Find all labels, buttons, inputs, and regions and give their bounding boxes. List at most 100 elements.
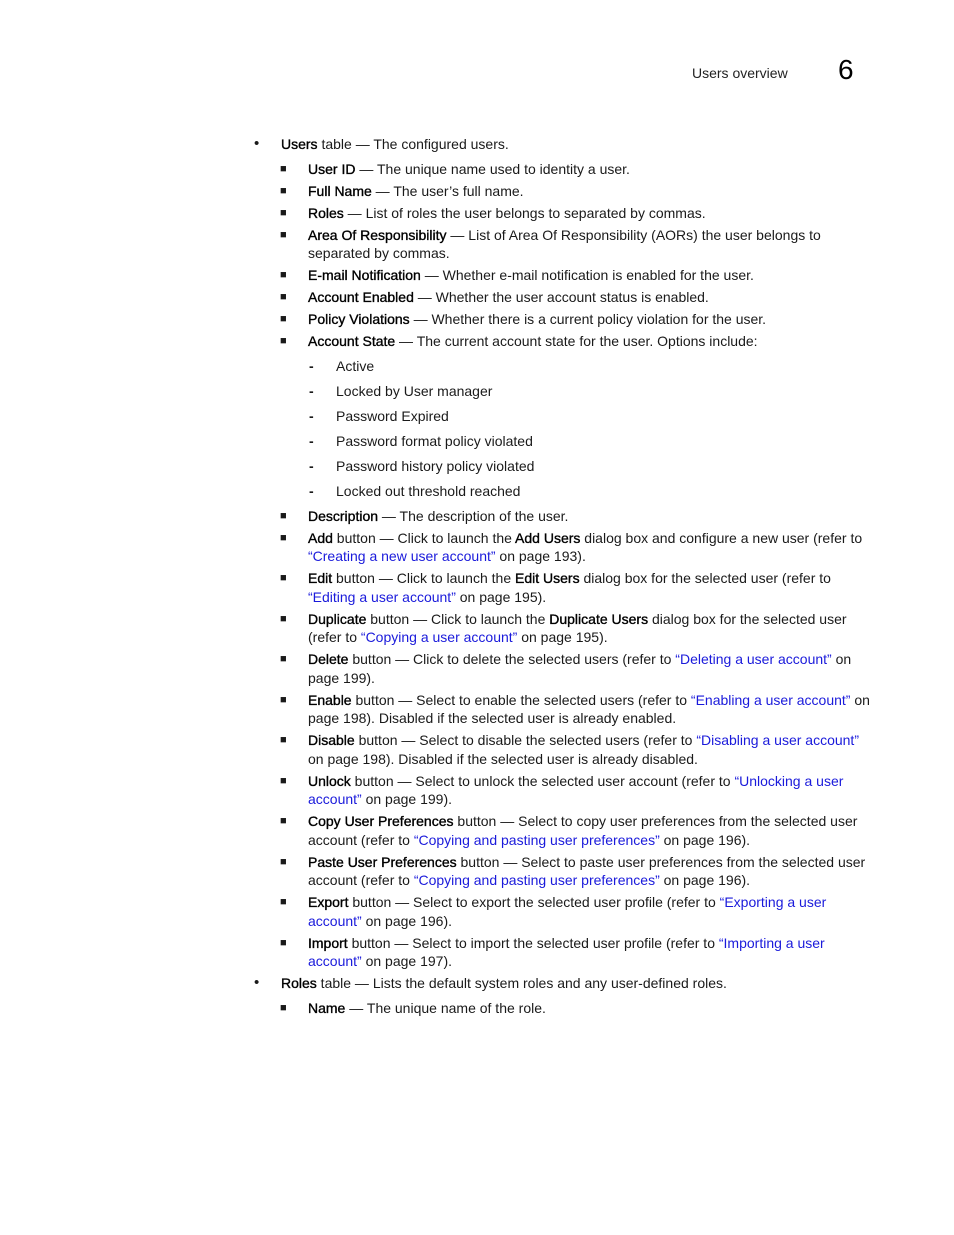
dialog-name: Duplicate Users [549,610,649,627]
square-bullet-icon: ■ [280,509,287,522]
cross-reference-link[interactable]: “Deleting a user account” [675,651,831,667]
description: on page 197). [361,953,452,969]
description: — The description of the user. [378,507,569,524]
term: Paste User Preferences [308,853,457,870]
term: Account State [308,333,396,349]
list-item-field: ■ Area Of Responsibility — List of Area O… [254,226,874,263]
square-bullet-icon: ■ [280,936,287,949]
option-label: Locked by User manager [336,382,493,399]
cross-reference-link[interactable]: “Enabling a user account” [691,692,851,708]
description: — The user’s full name. [371,182,524,199]
description: — The current account state for the user… [395,333,758,349]
cross-reference-link[interactable]: “Copying and pasting user preferences” [414,872,660,888]
term: Roles [308,204,344,221]
term: Import [308,934,348,951]
dash-bullet-icon: - [309,457,314,474]
description: on page 193). [495,548,586,564]
list-item-field: ■ Roles — List of roles the user belongs … [254,204,874,223]
term: E-mail Notification [308,267,421,283]
term: Unlock [308,772,351,789]
description: button — Select to unlock the selected u… [350,772,735,789]
description: table — The configured users. [317,136,509,152]
description: — Whether the user account status is ena… [413,289,709,305]
list-item-field: ■ Account Enabled — Whether the user acco… [254,288,874,307]
option-label: Password Expired [336,407,449,424]
term: User ID [308,160,356,177]
list-item-roles-table: • Roles table — Lists the default system… [254,974,874,993]
dialog-name: Edit Users [515,570,580,586]
list-item-field: ■ Policy Violations — Whether there is a … [254,310,874,329]
option-label: Active [336,357,375,374]
cross-reference-link[interactable]: “Creating a new user account” [308,548,496,564]
list-item-button-doc: ■ Disable button — Select to disable the … [254,731,874,768]
description: on page 199). [361,791,452,807]
square-bullet-icon: ■ [280,815,287,827]
cross-reference-link[interactable]: “Editing a user account” [308,589,456,605]
term: Users [281,136,318,152]
term: Export [308,894,349,910]
dialog-name: Add Users [515,529,581,546]
term: Edit [308,570,333,586]
document-body: • Users table — The configured users. ■ U… [254,135,874,1021]
dash-bullet-icon: - [309,357,314,374]
list-item-field: ■ Full Name — The user’s full name. [254,182,874,201]
square-bullet-icon: ■ [280,693,287,706]
description: — The unique name used to identity a use… [355,160,630,177]
term: Policy Violations [308,311,410,327]
option-label: Locked out threshold reached [336,482,521,499]
description: button — Select to enable the selected u… [351,691,691,708]
term: Full Name [308,182,372,199]
list-item-field: ■ User ID — The unique name used to ident… [254,160,874,179]
list-item-button-doc: ■ Edit button — Click to launch the Edit … [254,569,874,606]
square-bullet-icon: ■ [280,184,287,197]
square-bullet-icon: ■ [280,291,287,303]
dash-bullet-icon: - [309,407,314,424]
square-bullet-icon: ■ [280,313,287,325]
description: button — Click to delete the selected us… [348,651,676,667]
description: on page 195). [517,629,608,645]
description: on page 195). [455,588,547,605]
list-item-option: - Password Expired [254,407,874,426]
users-fields-list: ■ User ID — The unique name used to ident… [254,160,874,971]
list-item-option: - Active [254,357,874,376]
term: Add [308,529,333,546]
term: Roles [281,975,317,991]
list-item-button-doc: ■ Unlock button — Select to unlock the se… [254,772,874,809]
square-bullet-icon: ■ [280,612,287,625]
list-item-field: ■ E-mail Notification — Whether e-mail no… [254,266,874,285]
list-item-button-doc: ■ Paste User Preferences button — Select … [254,853,874,890]
square-bullet-icon: ■ [280,896,287,908]
description: — Whether e-mail notification is enabled… [420,267,754,283]
description: — List of roles the user belongs to sepa… [343,204,706,221]
cross-reference-link[interactable]: “Copying and pasting user preferences” [414,832,660,848]
list-item-button-doc: ■ Copy User Preferences button — Select t… [254,812,874,849]
term: Enable [308,691,352,708]
chapter-number: 6 [838,54,854,85]
list-item-option: - Locked out threshold reached [254,482,874,501]
term: Description [308,507,379,524]
square-bullet-icon: ■ [280,855,287,868]
dash-bullet-icon: - [309,382,314,399]
term: Duplicate [308,610,367,627]
cross-reference-link[interactable]: “Disabling a user account” [696,732,859,748]
description: — The unique name of the role. [345,999,546,1016]
square-bullet-icon: ■ [280,162,287,175]
list-item-option: - Locked by User manager [254,382,874,401]
term: Name [308,999,346,1016]
dash-bullet-icon: - [309,482,314,499]
square-bullet-icon: ■ [280,774,287,787]
list-item-option: - Password format policy violated [254,432,874,451]
cross-reference-link[interactable]: “Copying a user account” [361,629,517,645]
description: — Whether there is a current policy viol… [409,311,767,327]
square-bullet-icon: ■ [280,572,287,584]
square-bullet-icon: ■ [280,531,287,544]
list-item-field: ■ Description — The description of the us… [254,507,874,526]
section-title: Users overview [692,65,788,81]
list-item-option: - Password history policy violated [254,457,874,476]
list-item-users-table: • Users table — The configured users. [254,135,874,154]
description: table — Lists the default system roles a… [316,975,727,991]
description: on page 198). Disabled if the selected u… [308,750,698,767]
description: dialog box and configure a new user (ref… [580,529,863,546]
description: on page 196). [659,831,751,848]
square-bullet-icon: ■ [280,653,287,665]
